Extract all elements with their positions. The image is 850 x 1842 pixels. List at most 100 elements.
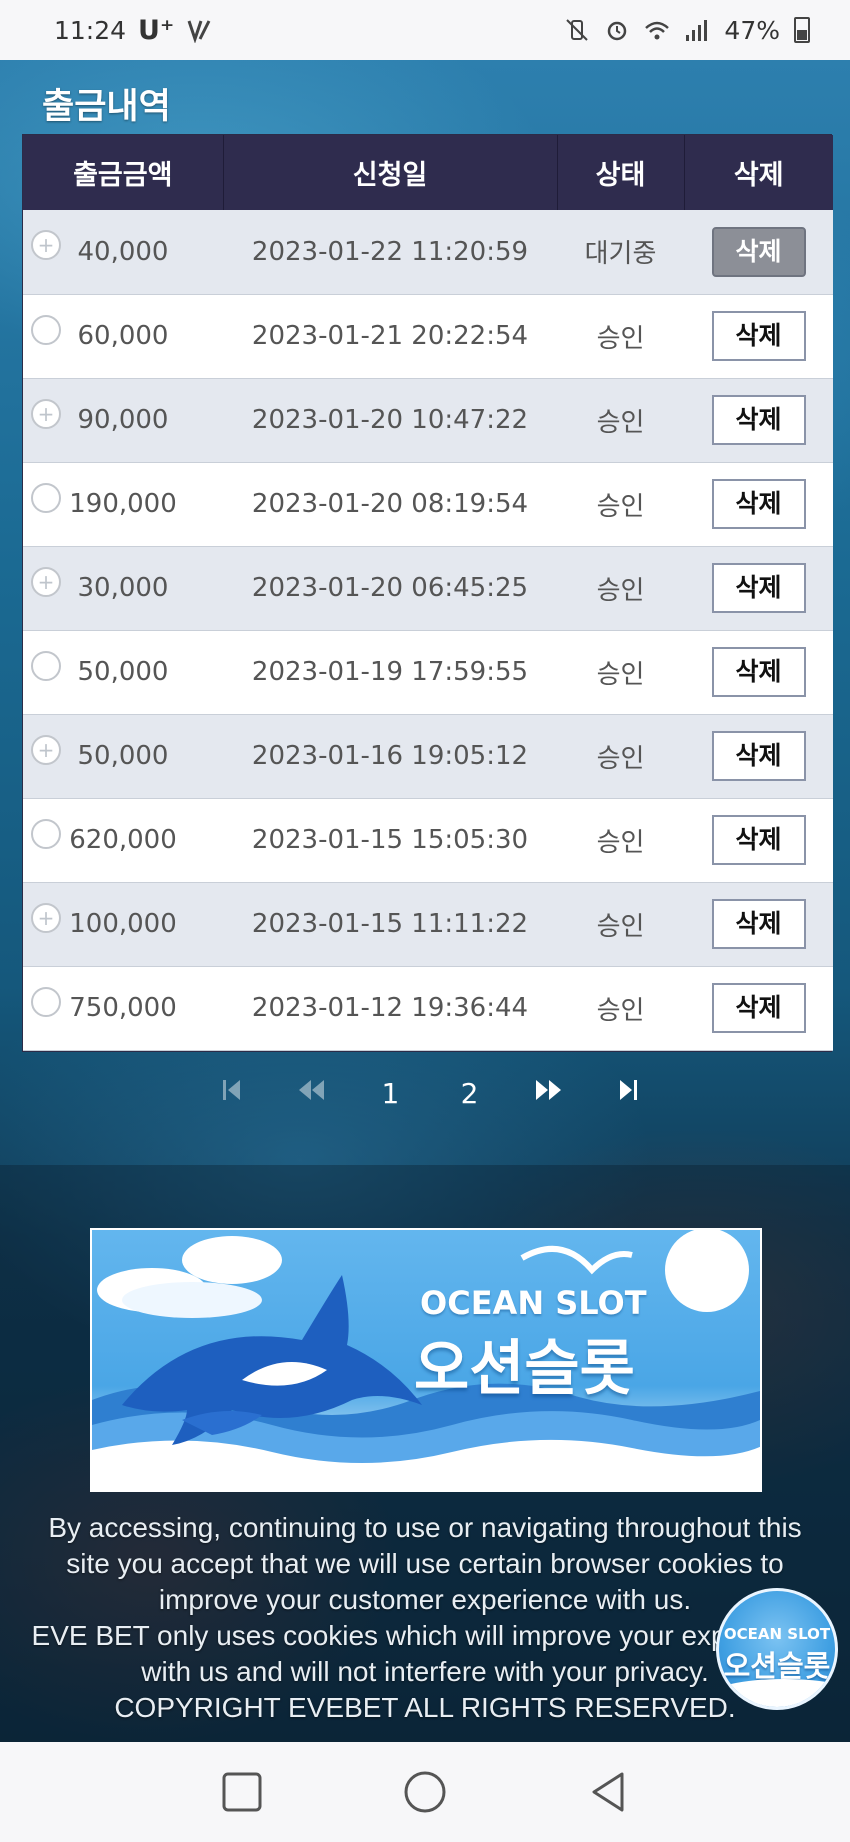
- amount-cell: +50,000: [23, 714, 223, 799]
- expand-row-icon[interactable]: +: [31, 230, 61, 260]
- request-date: 2023-01-12 19:36:44: [223, 966, 557, 1051]
- request-date: 2023-01-16 19:05:12: [223, 714, 557, 799]
- wifi-icon: [645, 21, 670, 40]
- expand-row-icon[interactable]: +: [31, 902, 61, 933]
- delete-button[interactable]: 삭제: [711, 395, 806, 445]
- vibrate-mute-icon: [566, 19, 589, 41]
- prev-page-icon[interactable]: [289, 1077, 333, 1110]
- expand-row-icon[interactable]: +: [31, 566, 61, 597]
- row-select-radio[interactable]: [31, 650, 61, 681]
- request-date: 2023-01-15 15:05:30: [223, 798, 557, 883]
- back-button[interactable]: [578, 1762, 638, 1822]
- delete-cell: 삭제: [684, 882, 833, 967]
- amount-cell: 750,000: [23, 966, 223, 1051]
- delete-cell: 삭제: [684, 798, 833, 883]
- header-delete: 삭제: [684, 135, 833, 210]
- battery-percent: 47%: [724, 15, 780, 45]
- table-row: +30,000 2023-01-20 06:45:25 승인 삭제: [23, 546, 833, 631]
- request-date: 2023-01-20 08:19:54: [223, 462, 557, 547]
- table-row: +40,000 2023-01-22 11:20:59 대기중 삭제: [23, 210, 833, 295]
- amount-cell: +90,000: [23, 378, 223, 463]
- status-value: 승인: [557, 966, 684, 1051]
- delete-cell: 삭제: [684, 630, 833, 715]
- withdrawal-table: 출금금액 신청일 상태 삭제 +40,000 2023-01-22 11:20:5…: [22, 134, 833, 1052]
- status-value: 승인: [557, 630, 684, 715]
- page-1-link[interactable]: 1: [368, 1077, 412, 1110]
- delete-button[interactable]: 삭제: [711, 899, 806, 949]
- banner-title-ko: 오션슬롯: [414, 1334, 635, 1404]
- table-row: 190,000 2023-01-20 08:19:54 승인 삭제: [23, 462, 833, 547]
- back-icon: [592, 1772, 624, 1812]
- data-saver-icon: [187, 20, 211, 43]
- pagination: 1 2: [210, 1068, 650, 1118]
- status-value: 승인: [557, 546, 684, 631]
- status-value: 승인: [557, 462, 684, 547]
- page-title: 출금내역: [42, 87, 171, 127]
- row-select-radio[interactable]: [31, 482, 61, 513]
- row-select-radio[interactable]: [31, 314, 61, 345]
- table-row: 620,000 2023-01-15 15:05:30 승인 삭제: [23, 798, 833, 883]
- amount-value: 620,000: [69, 825, 177, 855]
- amount-cell: 190,000: [23, 462, 223, 547]
- delete-button[interactable]: 삭제: [711, 311, 806, 361]
- table-row: 750,000 2023-01-12 19:36:44 승인 삭제: [23, 966, 833, 1051]
- delete-button[interactable]: 삭제: [711, 226, 806, 277]
- delete-button[interactable]: 삭제: [711, 731, 806, 781]
- table-row: +90,000 2023-01-20 10:47:22 승인 삭제: [23, 378, 833, 463]
- amount-value: 100,000: [69, 909, 177, 939]
- amount-value: 90,000: [77, 405, 169, 435]
- amount-cell: +100,000: [23, 882, 223, 967]
- badge-title-en: OCEAN SLOT: [723, 1625, 831, 1643]
- first-page-icon[interactable]: [210, 1077, 254, 1110]
- delete-button[interactable]: 삭제: [711, 815, 806, 865]
- cookie-notice-line: improve your customer experience with us…: [158, 1584, 692, 1615]
- system-nav-bar: [0, 1742, 850, 1842]
- amount-cell: 50,000: [23, 630, 223, 715]
- delete-button[interactable]: 삭제: [711, 479, 806, 529]
- amount-value: 750,000: [69, 993, 177, 1023]
- amount-value: 50,000: [77, 741, 169, 771]
- delete-cell: 삭제: [684, 294, 833, 379]
- next-page-icon[interactable]: [527, 1077, 571, 1110]
- cookie-notice-line: By accessing, continuing to use or navig…: [48, 1512, 802, 1543]
- home-button[interactable]: [395, 1762, 455, 1822]
- status-value: 승인: [557, 378, 684, 463]
- status-bar: 11:24 U⁺ 47%: [0, 0, 850, 60]
- header-amount: 출금금액: [23, 135, 224, 210]
- row-select-radio[interactable]: [31, 818, 61, 849]
- home-icon: [404, 1771, 446, 1813]
- table-header-row: 출금금액 신청일 상태 삭제: [23, 135, 833, 210]
- delete-cell: 삭제: [684, 378, 833, 463]
- status-value: 승인: [557, 294, 684, 379]
- amount-value: 30,000: [77, 573, 169, 603]
- row-select-radio[interactable]: [31, 986, 61, 1017]
- table-row: 50,000 2023-01-19 17:59:55 승인 삭제: [23, 630, 833, 715]
- delete-cell: 삭제: [684, 546, 833, 631]
- table-row: 60,000 2023-01-21 20:22:54 승인 삭제: [23, 294, 833, 379]
- status-value: 대기중: [557, 210, 684, 295]
- delete-button[interactable]: 삭제: [711, 563, 806, 613]
- floating-ocean-slot-button[interactable]: OCEAN SLOT 오션슬롯: [716, 1588, 838, 1710]
- recent-apps-button[interactable]: [212, 1762, 272, 1822]
- page-2-link[interactable]: 2: [448, 1077, 492, 1110]
- delete-cell: 삭제: [684, 966, 833, 1051]
- table-row: +100,000 2023-01-15 11:11:22 승인 삭제: [23, 882, 833, 967]
- delete-button[interactable]: 삭제: [711, 647, 806, 697]
- amount-cell: 620,000: [23, 798, 223, 883]
- signal-icon: [686, 20, 708, 41]
- expand-row-icon[interactable]: +: [31, 398, 61, 429]
- last-page-icon[interactable]: [606, 1077, 650, 1110]
- status-time: 11:24: [54, 15, 127, 45]
- amount-cell: 60,000: [23, 294, 223, 379]
- amount-value: 40,000: [77, 236, 169, 267]
- status-right: 47%: [564, 16, 810, 45]
- carrier-label: U⁺: [138, 14, 175, 46]
- request-date: 2023-01-20 10:47:22: [223, 378, 557, 463]
- badge-wave-decoration: [719, 1679, 835, 1707]
- ocean-slot-banner[interactable]: OCEAN SLOT 오션슬롯: [90, 1228, 762, 1492]
- status-value: 승인: [557, 798, 684, 883]
- cookie-notice-line: site you accept that we will use certain…: [66, 1548, 784, 1579]
- delete-cell: 삭제: [684, 462, 833, 547]
- expand-row-icon[interactable]: +: [31, 734, 61, 765]
- delete-button[interactable]: 삭제: [711, 983, 806, 1033]
